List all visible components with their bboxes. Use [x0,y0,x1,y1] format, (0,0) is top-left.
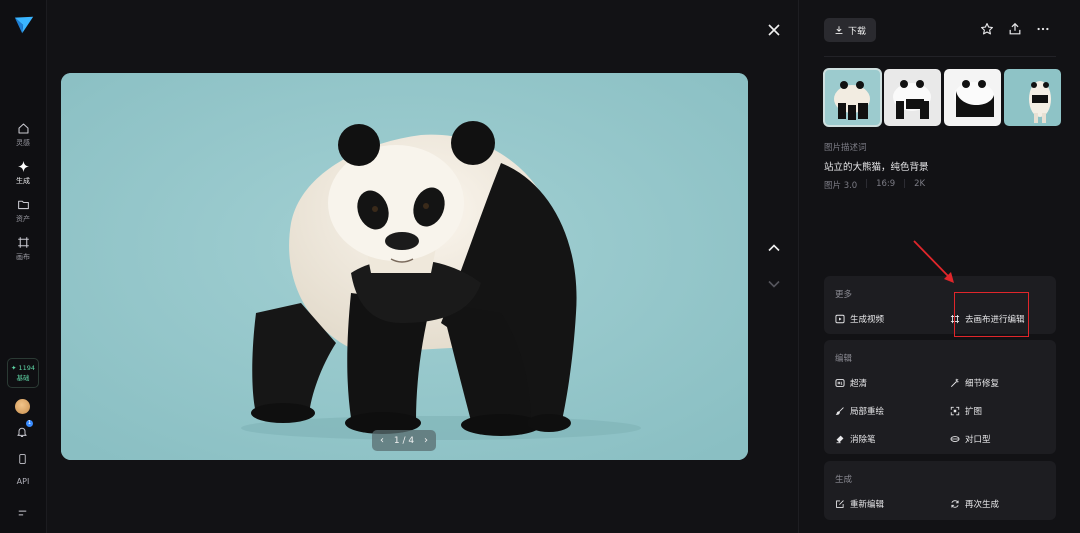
credits-label: 基础 [16,374,30,382]
notification-button[interactable]: 1 [16,420,33,442]
generate-card: 生成 重新编辑 再次生成 [824,461,1056,520]
inpaint-button[interactable]: 局部重绘 [835,405,884,417]
action-label: 重新编辑 [850,500,885,510]
play-icon [835,314,845,324]
detail-repair-button[interactable]: 细节修复 [950,377,999,389]
refresh-icon [951,500,959,508]
avatar[interactable] [15,399,30,414]
action-label: 局部重绘 [850,407,885,417]
chevron-left-icon[interactable]: ‹ [380,435,384,446]
action-label: 细节修复 [965,379,1000,389]
chevron-up-icon[interactable] [766,240,782,256]
meta-resolution: 2K [914,179,926,189]
folder-icon [17,200,29,210]
divider [824,56,1056,57]
star-icon[interactable] [980,22,994,36]
action-label: 对口型 [965,435,991,445]
phone-icon [19,454,26,464]
hd-icon [835,379,845,387]
generate-video-button[interactable]: 生成视频 [835,313,884,325]
api-link[interactable]: API [0,477,46,486]
action-label: 去画布进行编辑 [965,315,1025,325]
download-label: 下载 [847,26,866,37]
credits-badge[interactable]: ✦ 1194 基础 [7,358,39,388]
mobile-app-button[interactable] [17,450,28,469]
mouth-icon [950,436,960,442]
bell-icon [17,427,27,437]
share-icon[interactable] [1008,22,1022,36]
credits-number: 1194 [18,364,36,372]
sidebar-item-label: 灵感 [16,139,30,147]
expand-icon [950,406,960,416]
thumbnail-1[interactable] [823,68,882,127]
sidebar-item-label: 生成 [16,177,30,185]
action-label: 消除笔 [850,435,876,445]
image-pager: ‹ 1 / 4 › [372,430,436,451]
outpaint-button[interactable]: 扩图 [950,405,982,417]
description-label: 图片描述词 [824,143,867,153]
sparkle-icon [17,160,29,173]
edit-icon [836,500,844,508]
chevron-right-icon[interactable]: › [424,435,428,446]
sidebar-item-label: 资产 [16,215,30,223]
meta-model: 图片 3.0 [824,181,858,191]
thumbnail-3[interactable] [944,69,1001,126]
menu-button[interactable] [17,503,28,522]
action-label: 超清 [850,379,868,389]
pager-current: 1 [393,435,400,446]
download-button[interactable]: 下载 [824,18,876,42]
thumbnail-image [1004,69,1061,126]
thumbnail-image [824,69,881,126]
thumbnail-image [944,69,1001,126]
pager-total: 4 [408,435,415,446]
action-label: 再次生成 [965,500,1000,510]
thumbnail-2[interactable] [884,69,941,126]
sidebar-item-canvas[interactable]: 画布 [0,236,46,262]
wand-icon [951,378,959,387]
thumbnail-4[interactable] [1004,69,1061,126]
generate-title: 生成 [835,475,853,485]
main-image [61,73,748,460]
meta-ratio: 16:9 [876,179,896,189]
menu-icon [18,510,27,516]
pager-text: 1 / 4 [394,436,414,446]
panda-image [61,73,748,460]
canvas-icon [950,314,960,324]
eraser-icon [836,435,844,444]
action-label: 生成视频 [850,315,885,325]
notification-badge: 1 [26,420,33,427]
edit-in-canvas-button[interactable]: 去画布进行编辑 [950,313,1025,325]
canvas-icon [17,237,29,248]
edit-title: 编辑 [835,354,853,364]
sidebar-item-label: 画布 [16,253,30,261]
thumbnail-image [884,69,941,126]
sidebar-item-inspiration[interactable]: 灵感 [0,122,46,148]
upscale-button[interactable]: 超清 [835,377,867,389]
edit-card: 编辑 超清 细节修复 局部重绘 扩图 消除笔 对口型 [824,340,1056,454]
left-sidebar: 灵感 生成 资产 画布 ✦ 1194 基础 1 API [0,0,47,533]
brush-icon [835,407,844,415]
description-text: 站立的大熊猫，纯色背景 [824,162,929,173]
chevron-down-icon[interactable] [766,276,782,292]
pager-separator: / [402,435,406,446]
eraser-button[interactable]: 消除笔 [835,433,876,445]
more-card: 更多 生成视频 去画布进行编辑 [824,276,1056,334]
regenerate-button[interactable]: 再次生成 [950,498,999,510]
more-options-icon[interactable] [1036,22,1050,36]
re-edit-button[interactable]: 重新编辑 [835,498,884,510]
home-icon [18,123,28,134]
sidebar-item-generate[interactable]: 生成 [0,160,46,186]
sidebar-item-assets[interactable]: 资产 [0,198,46,224]
action-label: 扩图 [965,407,983,417]
meta-divider: | [903,179,907,189]
credits-value: ✦ 1194 [10,364,36,372]
lip-sync-button[interactable]: 对口型 [950,433,991,445]
image-meta: 图片 3.0 | 16:9 | 2K [824,179,925,191]
more-title: 更多 [835,290,853,300]
app-logo-icon[interactable] [13,14,35,36]
download-icon [835,26,843,34]
close-icon[interactable] [766,22,782,38]
meta-divider: | [865,179,869,189]
